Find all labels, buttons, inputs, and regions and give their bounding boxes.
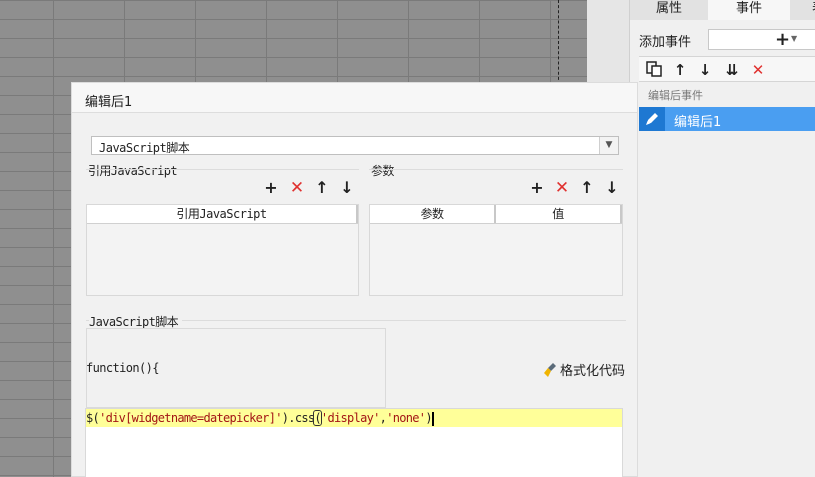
event-item-label: 编辑后1 [674, 115, 722, 130]
move-bottom-icon[interactable]: ⇊ [721, 60, 743, 80]
code-editor[interactable]: $('div[widgetname=datepicker]').css('dis… [85, 408, 623, 477]
move-ref-up-icon[interactable]: ↑ [313, 179, 331, 197]
arrow-down-icon[interactable]: ↓ [694, 60, 716, 80]
code-string: 'none' [386, 411, 426, 425]
format-code-button[interactable]: 格式化代码 [542, 360, 626, 379]
tab-events[interactable]: 事件 [708, 0, 790, 20]
column-header[interactable]: 值 [496, 205, 622, 223]
event-section-title: 编辑后事件 [648, 89, 703, 102]
format-code-label: 格式化代码 [560, 364, 626, 379]
dialog-title: 编辑后1 [85, 95, 133, 110]
delete-icon[interactable]: ✕ [747, 60, 769, 80]
plus-icon: + [775, 29, 791, 50]
event-toolbar: ↑ ↓ ⇊ ✕ [639, 56, 815, 82]
move-param-down-icon[interactable]: ↓ [603, 179, 621, 197]
dialog-title-bar: 编辑后1 [72, 83, 637, 113]
panel-tabs: 属性 事件 表 [630, 0, 815, 20]
move-param-up-icon[interactable]: ↑ [578, 179, 596, 197]
event-edit-dialog: 编辑后1 JavaScript脚本 ▼ 引用JavaScript + ✕ ↑ ↓… [71, 82, 638, 477]
move-ref-down-icon[interactable]: ↓ [338, 179, 356, 197]
arrow-up-icon[interactable]: ↑ [669, 60, 691, 80]
column-header[interactable]: 参数 [370, 205, 496, 223]
params-table: 参数 值 [369, 204, 623, 296]
right-panel: 属性 事件 表 添加事件 + ▼ ↑ ↓ ⇊ ✕ 编辑后事件 编辑后1 [629, 0, 815, 477]
code-line[interactable]: $('div[widgetname=datepicker]').css('dis… [86, 409, 622, 427]
text-cursor [431, 411, 434, 426]
script-type-value: JavaScript脚本 [99, 141, 190, 155]
tab-more[interactable]: 表 [790, 0, 815, 20]
brush-icon [542, 362, 560, 379]
chevron-down-icon[interactable]: ▼ [599, 137, 618, 154]
ref-js-label: 引用JavaScript [88, 164, 178, 178]
ref-js-table: 引用JavaScript [86, 204, 359, 296]
ref-js-table-header: 引用JavaScript [87, 205, 358, 224]
tab-properties[interactable]: 属性 [630, 0, 708, 20]
chevron-down-icon: ▼ [791, 34, 798, 43]
add-ref-icon[interactable]: + [262, 179, 280, 197]
add-param-icon[interactable]: + [528, 179, 546, 197]
code-string: 'div[widgetname=datepicker]' [99, 411, 282, 425]
page-break-line [558, 0, 559, 85]
event-list-item[interactable]: 编辑后1 [639, 107, 815, 131]
add-event-dropdown[interactable]: + ▼ [708, 29, 815, 50]
delete-param-icon[interactable]: ✕ [553, 179, 571, 197]
divider [369, 169, 623, 170]
script-type-select[interactable]: JavaScript脚本 ▼ [91, 136, 619, 155]
params-label: 参数 [371, 164, 394, 178]
divider [86, 169, 359, 170]
delete-ref-icon[interactable]: ✕ [288, 179, 306, 197]
copy-icon[interactable] [643, 60, 665, 80]
code-string: 'display' [320, 411, 380, 425]
code-token: $( [86, 411, 100, 425]
add-event-label: 添加事件 [639, 35, 692, 50]
column-header[interactable]: 引用JavaScript [87, 205, 358, 223]
params-table-header: 参数 值 [370, 205, 622, 224]
function-header: function(){ [86, 361, 159, 375]
edit-icon[interactable] [639, 107, 665, 131]
code-token: ).css [281, 411, 315, 425]
